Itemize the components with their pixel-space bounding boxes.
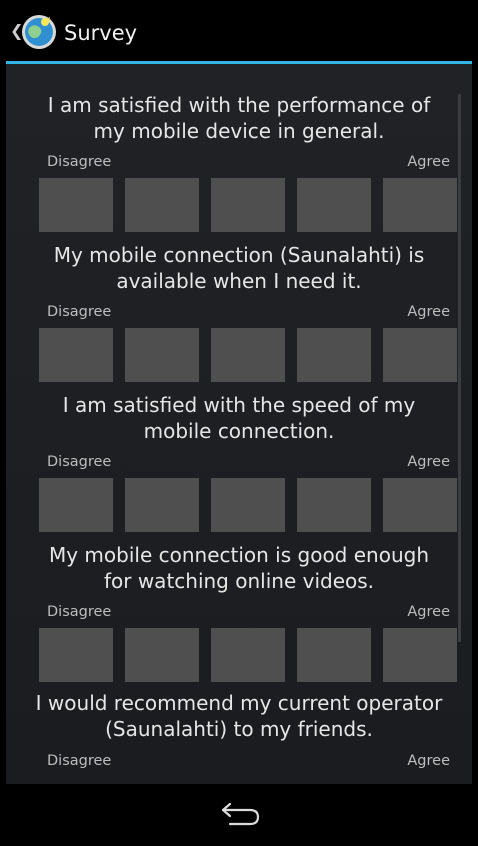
question-text-line2: my mobile device in general. xyxy=(93,119,385,143)
agree-label: Agree xyxy=(407,753,450,769)
rating-option-3[interactable] xyxy=(211,328,285,382)
rating-option-4[interactable] xyxy=(297,178,371,232)
agree-label: Agree xyxy=(407,604,450,620)
app-frame: ❮ Survey I am satisfied with the perform… xyxy=(6,0,472,846)
back-arrow-icon[interactable] xyxy=(218,798,264,832)
rating-option-5[interactable] xyxy=(383,628,457,682)
page-title: Survey xyxy=(64,21,138,45)
rating-option-2[interactable] xyxy=(125,178,199,232)
rating-option-2[interactable] xyxy=(125,478,199,532)
disagree-label: Disagree xyxy=(47,154,112,170)
chevron-left-icon[interactable]: ❮ xyxy=(10,20,23,42)
question-5: I would recommend my current operator (S… xyxy=(6,690,472,742)
question-text-line2: (Saunalahti) to my friends. xyxy=(105,717,373,741)
rating-option-5[interactable] xyxy=(383,178,457,232)
rating-option-2[interactable] xyxy=(125,328,199,382)
navigation-bar xyxy=(6,784,472,846)
survey-content[interactable]: I am satisfied with the performance of m… xyxy=(6,64,472,784)
question-text-line2: mobile connection. xyxy=(143,419,335,443)
disagree-label: Disagree xyxy=(47,604,112,620)
rating-option-1[interactable] xyxy=(39,628,113,682)
question-text-line1: I am satisfied with the speed of my xyxy=(62,393,416,417)
agree-label: Agree xyxy=(407,154,450,170)
question-3: I am satisfied with the speed of my mobi… xyxy=(6,392,472,444)
question-4: My mobile connection is good enough for … xyxy=(6,542,472,594)
agree-label: Agree xyxy=(407,304,450,320)
question-text-line2: available when I need it. xyxy=(116,269,362,293)
disagree-label: Disagree xyxy=(47,304,112,320)
rating-option-5[interactable] xyxy=(383,478,457,532)
rating-option-3[interactable] xyxy=(211,628,285,682)
question-text-line1: My mobile connection (Saunalahti) is xyxy=(53,243,425,267)
question-text-line2: for watching online videos. xyxy=(103,569,375,593)
rating-option-2[interactable] xyxy=(125,628,199,682)
rating-option-1[interactable] xyxy=(39,328,113,382)
question-text-line1: My mobile connection is good enough xyxy=(48,543,429,567)
action-bar: ❮ Survey xyxy=(6,0,472,64)
rating-option-4[interactable] xyxy=(297,328,371,382)
rating-option-1[interactable] xyxy=(39,178,113,232)
disagree-label: Disagree xyxy=(47,454,112,470)
rating-option-3[interactable] xyxy=(211,478,285,532)
rating-option-3[interactable] xyxy=(211,178,285,232)
question-1: I am satisfied with the performance of m… xyxy=(6,92,472,144)
question-text-line1: I would recommend my current operator xyxy=(35,691,443,715)
rating-option-4[interactable] xyxy=(297,628,371,682)
agree-label: Agree xyxy=(407,454,450,470)
disagree-label: Disagree xyxy=(47,753,112,769)
question-2: My mobile connection (Saunalahti) is ava… xyxy=(6,242,472,294)
rating-option-4[interactable] xyxy=(297,478,371,532)
globe-app-icon[interactable] xyxy=(20,13,58,51)
rating-option-5[interactable] xyxy=(383,328,457,382)
rating-option-1[interactable] xyxy=(39,478,113,532)
question-text-line1: I am satisfied with the performance of xyxy=(47,93,431,117)
